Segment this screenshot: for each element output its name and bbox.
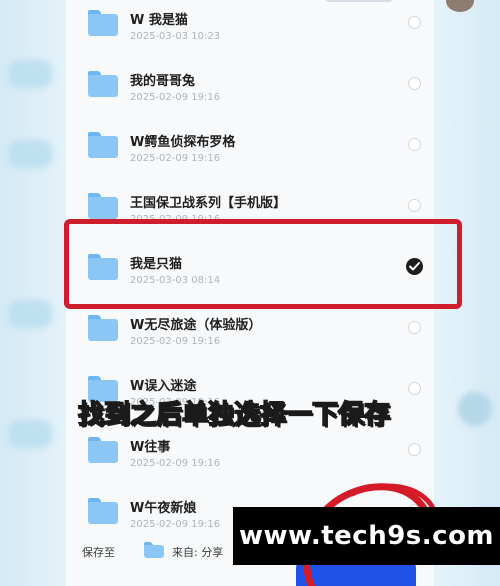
folder-row[interactable]: W 我是猫 2025-03-03 10:23 bbox=[66, 0, 434, 60]
folder-icon bbox=[144, 542, 164, 558]
folder-date: 2025-03-03 10:23 bbox=[130, 31, 221, 42]
folder-name: W 我是猫 bbox=[130, 13, 188, 28]
folder-row[interactable]: W无尽旅途（体验版） 2025-02-09 19:16 bbox=[66, 303, 434, 365]
folder-row[interactable]: 我的哥哥兔 2025-02-09 19:16 bbox=[66, 59, 434, 121]
folder-date: 2025-02-09 19:16 bbox=[130, 519, 221, 530]
folder-icon bbox=[88, 315, 118, 341]
select-radio[interactable] bbox=[408, 199, 421, 212]
select-radio[interactable] bbox=[408, 138, 421, 151]
background-left bbox=[0, 0, 70, 586]
folder-name: 我的哥哥兔 bbox=[130, 74, 196, 89]
folder-date: 2025-02-09 19:16 bbox=[130, 153, 221, 164]
folder-icon bbox=[88, 10, 118, 36]
folder-icon bbox=[88, 498, 118, 524]
folder-name: W误入迷途 bbox=[130, 379, 197, 394]
folder-date: 2025-02-09 19:16 bbox=[130, 92, 221, 103]
instruction-caption: 找到之后单独选择一下保存 bbox=[77, 399, 391, 431]
blurred-icon bbox=[8, 140, 52, 168]
folder-name: 王国保卫战系列【手机版】 bbox=[130, 196, 287, 211]
folder-date: 2025-02-09 19:16 bbox=[130, 458, 221, 469]
select-radio[interactable] bbox=[408, 321, 421, 334]
watermark: www.tech9s.com bbox=[233, 507, 500, 565]
blurred-icon bbox=[8, 60, 52, 88]
select-radio[interactable] bbox=[408, 382, 421, 395]
folder-icon bbox=[88, 71, 118, 97]
folder-name: W鳄鱼侦探布罗格 bbox=[130, 135, 236, 150]
folder-date: 2025-02-09 19:16 bbox=[130, 336, 221, 347]
source-label[interactable]: 来自: 分享 bbox=[172, 544, 223, 560]
highlight-box bbox=[64, 219, 462, 309]
folder-icon bbox=[88, 437, 118, 463]
folder-icon bbox=[88, 193, 118, 219]
blurred-icon bbox=[8, 300, 52, 328]
select-radio[interactable] bbox=[408, 16, 421, 29]
floating-button[interactable] bbox=[458, 392, 492, 426]
blurred-icon bbox=[8, 420, 52, 448]
folder-name: W午夜新娘 bbox=[130, 501, 197, 516]
folder-name: W往事 bbox=[130, 440, 171, 455]
save-to-label: 保存至 bbox=[82, 546, 115, 559]
select-radio[interactable] bbox=[408, 443, 421, 456]
folder-row[interactable]: W鳄鱼侦探布罗格 2025-02-09 19:16 bbox=[66, 120, 434, 182]
folder-name: W无尽旅途（体验版） bbox=[130, 318, 262, 333]
select-radio[interactable] bbox=[408, 77, 421, 90]
folder-icon bbox=[88, 132, 118, 158]
